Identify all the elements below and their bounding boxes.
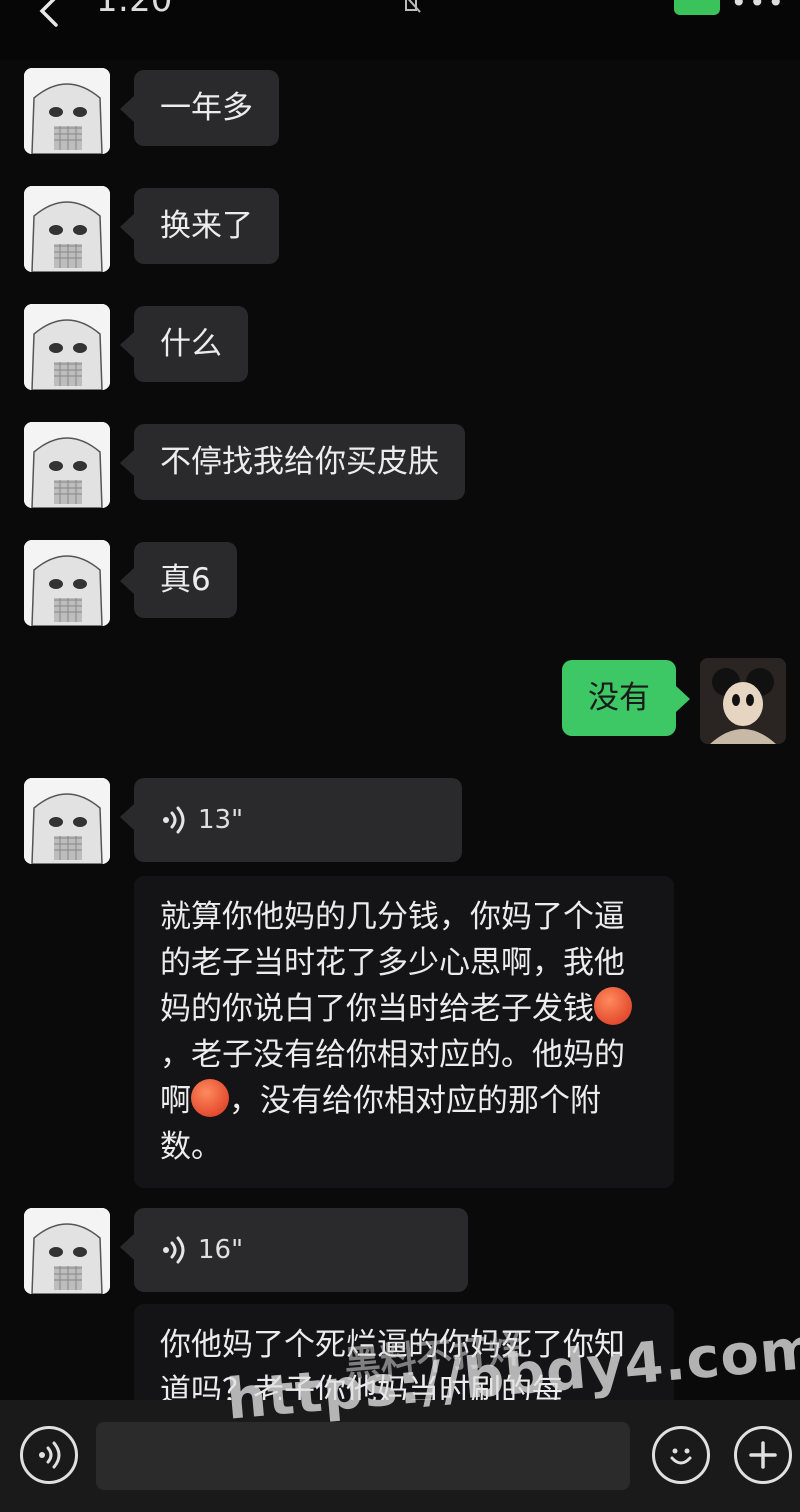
- voice-play-icon: [163, 1236, 185, 1264]
- voice-mode-icon: [39, 1441, 61, 1469]
- angry-face-emoji-icon: [191, 1079, 229, 1117]
- voice-transcript: 就算你他妈的几分钱，你妈了个逼的老子当时花了多少心思啊，我他妈的你说白了你当时给…: [134, 876, 674, 1188]
- contact-avatar[interactable]: [24, 68, 110, 154]
- plus-icon: [749, 1441, 777, 1469]
- emoji-icon: [670, 1448, 692, 1465]
- voice-mode-button[interactable]: [20, 1426, 78, 1484]
- voice-message-bubble[interactable]: 13": [120, 778, 462, 862]
- status-time: 1:20: [96, 0, 173, 20]
- status-bar: 1:20 •••: [0, 0, 800, 60]
- status-icons: •••: [674, 0, 786, 19]
- voice-duration: 16": [198, 1235, 244, 1265]
- message-bubble-incoming[interactable]: 换来了: [120, 188, 279, 264]
- notification-muted-icon: [405, 0, 421, 13]
- chat-message-list[interactable]: 一年多 换来了 什么 不停找我给你买皮肤 真6 没有 13" 就算你他妈的几分钱…: [0, 60, 800, 1400]
- more-functions-button[interactable]: [734, 1426, 792, 1484]
- emoji-button[interactable]: [652, 1426, 710, 1484]
- message-bubble-incoming[interactable]: 不停找我给你买皮肤: [120, 424, 465, 500]
- battery-icon: [674, 0, 721, 15]
- contact-avatar[interactable]: [24, 422, 110, 508]
- voice-play-icon: [163, 806, 185, 834]
- contact-avatar[interactable]: [24, 540, 110, 626]
- chevron-left-icon: [39, 0, 58, 27]
- voice-transcript: 你他妈了个死烂逼的你妈死了你知道吗？老子你他妈当时刷的每: [134, 1304, 674, 1400]
- contact-avatar[interactable]: [24, 778, 110, 864]
- message-bubble-incoming[interactable]: 一年多: [120, 70, 279, 146]
- message-text-field[interactable]: [96, 1422, 630, 1490]
- angry-face-emoji-icon: [594, 987, 632, 1025]
- message-bubble-incoming[interactable]: 真6: [120, 542, 237, 618]
- contact-avatar[interactable]: [24, 1208, 110, 1294]
- transcript-text: 你他妈了个死烂逼的你妈死了你知道吗？老子你他妈当时刷的每: [160, 1327, 625, 1400]
- message-input-bar: [0, 1400, 800, 1512]
- message-bubble-outgoing[interactable]: 没有: [562, 660, 690, 736]
- contact-avatar[interactable]: [24, 304, 110, 390]
- message-bubble-incoming[interactable]: 什么: [120, 306, 248, 382]
- more-options-icon[interactable]: •••: [730, 0, 786, 19]
- transcript-text: 就算你他妈的几分钱，你妈了个逼的老子当时花了多少心思啊，我他妈的你说白了你当时给…: [160, 899, 625, 1027]
- contact-avatar[interactable]: [24, 186, 110, 272]
- voice-message-bubble[interactable]: 16": [120, 1208, 468, 1292]
- self-avatar[interactable]: [700, 658, 786, 744]
- voice-duration: 13": [198, 805, 244, 835]
- back-button[interactable]: [24, 0, 74, 36]
